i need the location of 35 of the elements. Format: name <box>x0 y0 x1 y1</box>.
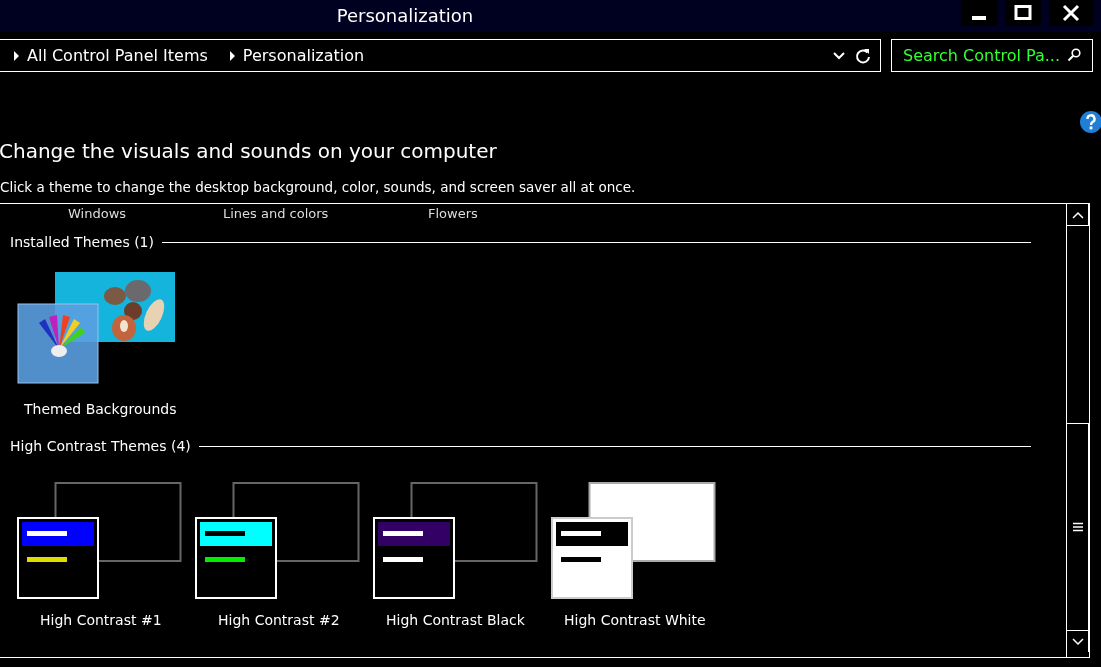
theme-label: Lines and colors <box>223 205 330 223</box>
theme-label: Windows <box>68 205 128 223</box>
breadcrumb-link[interactable]: All Control Panel Items <box>27 43 208 68</box>
maximize-icon <box>1014 5 1032 21</box>
caret-icon <box>229 50 235 61</box>
scrollbar-thumb[interactable] <box>1067 423 1089 630</box>
dropdown-icon[interactable] <box>832 50 846 61</box>
close-button[interactable] <box>1049 0 1093 26</box>
group-heading: High Contrast Themes (4) <box>10 436 191 456</box>
chevron-down-icon <box>1071 637 1084 646</box>
maximize-button[interactable] <box>1005 0 1041 26</box>
group-heading: Installed Themes (1) <box>10 232 154 252</box>
theme-tile[interactable]: High Contrast Black <box>386 609 525 631</box>
theme-label: Flowers <box>428 205 479 223</box>
grip-icon <box>1072 522 1083 532</box>
breadcrumb-link[interactable]: Personalization <box>242 43 365 68</box>
minimize-icon <box>972 16 986 20</box>
page-subtitle: Click a theme to change the desktop background, color, sounds, and screen saver all at once. <box>0 178 637 196</box>
scroll-down-button[interactable] <box>1067 630 1089 652</box>
theme-tile[interactable]: High Contrast White <box>564 609 706 631</box>
address-bar[interactable]: All Control Panel Items Personalization <box>0 39 881 72</box>
close-icon <box>1062 4 1080 22</box>
search-icon <box>1067 48 1081 62</box>
minimize-button[interactable] <box>961 0 997 26</box>
theme-tile[interactable]: Themed Backgrounds <box>24 398 177 420</box>
window-title: Personalization <box>335 4 475 28</box>
help-icon[interactable] <box>1079 110 1101 134</box>
chevron-up-icon <box>1071 210 1084 219</box>
theme-tile[interactable]: High Contrast #2 <box>218 609 340 631</box>
page-heading: Change the visuals and sounds on your computer <box>0 138 498 164</box>
theme-tile[interactable]: High Contrast #1 <box>40 609 162 631</box>
scroll-up-button[interactable] <box>1067 204 1089 226</box>
caret-icon <box>14 50 19 61</box>
refresh-icon[interactable] <box>854 46 872 65</box>
search-field[interactable]: Search Control Pa... <box>891 39 1093 72</box>
